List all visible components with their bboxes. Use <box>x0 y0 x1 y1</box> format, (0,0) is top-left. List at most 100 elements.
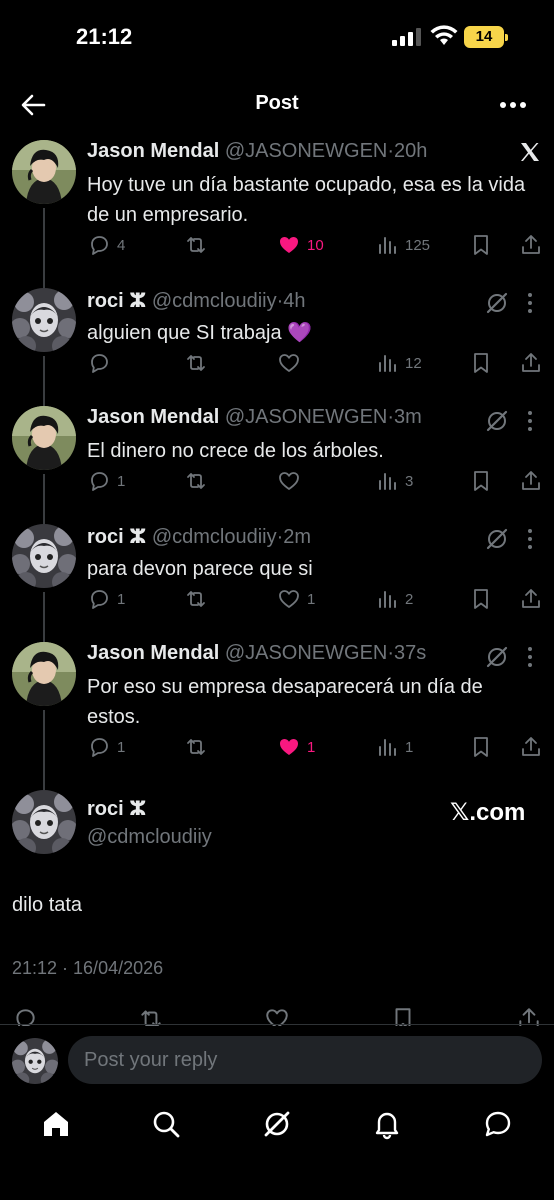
repost-button[interactable] <box>184 232 208 258</box>
reply-button[interactable]: 1 <box>87 468 125 494</box>
repost-button[interactable] <box>184 734 208 760</box>
post-header-line: Jason Mendal @JASONEWGEN·37s <box>87 642 427 664</box>
focused-post-timestamp: 21:12 · 16/04/2026 <box>12 958 164 978</box>
share-button[interactable] <box>519 232 543 258</box>
author-handle[interactable]: @JASONEWGEN <box>225 140 388 162</box>
post-age: 37s <box>394 642 427 664</box>
views-icon <box>375 351 399 375</box>
reply-icon <box>87 587 111 611</box>
like-button[interactable] <box>277 468 301 494</box>
more-icon[interactable] <box>522 644 538 670</box>
views-button[interactable]: 125 <box>375 232 430 258</box>
retweet-icon <box>184 351 208 375</box>
author-name[interactable]: Jason Mendal <box>87 140 219 162</box>
bookmark-icon <box>469 735 493 759</box>
reply-icon[interactable] <box>12 1006 38 1026</box>
more-icon[interactable] <box>522 408 538 434</box>
share-button[interactable] <box>519 586 543 612</box>
home-icon[interactable] <box>40 1108 72 1140</box>
like-button[interactable]: 1 <box>277 734 315 760</box>
avatar[interactable] <box>12 288 76 352</box>
share-button[interactable] <box>519 734 543 760</box>
grok-icon[interactable] <box>484 290 510 316</box>
bottom-nav <box>0 1096 554 1156</box>
grok-nav-icon[interactable] <box>261 1108 293 1140</box>
post-text: Por eso su empresa desaparecerá un día d… <box>87 676 483 728</box>
views-button[interactable]: 12 <box>375 350 422 376</box>
share-icon[interactable] <box>516 1006 542 1026</box>
bookmark-button[interactable] <box>469 734 493 760</box>
like-button[interactable]: 1 <box>277 586 315 612</box>
avatar[interactable] <box>12 790 76 854</box>
reply-input[interactable] <box>68 1036 542 1084</box>
reply-icon <box>87 469 111 493</box>
post-age: 3m <box>394 406 422 428</box>
post-text: alguien que SI trabaja 💜 <box>87 322 313 344</box>
views-button[interactable]: 2 <box>375 586 413 612</box>
bookmark-icon[interactable] <box>390 1006 416 1026</box>
author-name[interactable]: roci ⵣ <box>87 526 146 548</box>
author-handle[interactable]: @cdmcloudiiy <box>152 290 277 312</box>
post-header-line: Jason Mendal @JASONEWGEN·3m <box>87 406 422 428</box>
avatar[interactable] <box>12 524 76 588</box>
author-handle[interactable]: @JASONEWGEN <box>225 642 388 664</box>
view-count: 3 <box>405 472 414 490</box>
battery-indicator: 14 <box>464 26 508 48</box>
avatar[interactable] <box>12 140 76 204</box>
reply-button[interactable]: 1 <box>87 734 125 760</box>
author-handle[interactable]: @cdmcloudiiy <box>152 526 277 548</box>
share-icon <box>519 469 543 493</box>
avatar[interactable] <box>12 642 76 706</box>
author-name[interactable]: Jason Mendal <box>87 406 219 428</box>
grok-icon[interactable] <box>484 408 510 434</box>
bell-icon[interactable] <box>371 1108 403 1140</box>
more-icon[interactable] <box>498 90 528 120</box>
like-button[interactable]: 10 <box>277 232 324 258</box>
reply-icon <box>87 351 111 375</box>
like-button[interactable] <box>277 350 301 376</box>
share-button[interactable] <box>519 468 543 494</box>
avatar <box>12 1038 58 1084</box>
author-name[interactable]: roci ⵣ <box>87 290 146 312</box>
repost-button[interactable] <box>184 350 208 376</box>
search-icon[interactable] <box>150 1108 182 1140</box>
view-count: 12 <box>405 354 422 372</box>
thread-connector <box>43 592 45 642</box>
author-name[interactable]: Jason Mendal <box>87 642 219 664</box>
reply-button[interactable]: 4 <box>87 232 125 258</box>
bookmark-button[interactable] <box>469 468 493 494</box>
reply-count: 1 <box>117 472 126 490</box>
post-age: 2m <box>283 526 312 548</box>
view-count: 2 <box>405 590 414 608</box>
views-icon <box>375 735 399 759</box>
repost-button[interactable] <box>184 468 208 494</box>
reply-count: 1 <box>117 590 126 608</box>
share-button[interactable] <box>519 350 543 376</box>
grok-icon[interactable] <box>484 526 510 552</box>
author-handle[interactable]: @cdmcloudiiy <box>87 826 212 849</box>
post-age: 4h <box>283 290 306 312</box>
reply-button[interactable] <box>87 350 111 376</box>
reply-button[interactable]: 1 <box>87 586 125 612</box>
bookmark-button[interactable] <box>469 350 493 376</box>
messages-icon[interactable] <box>482 1108 514 1140</box>
bookmark-button[interactable] <box>469 232 493 258</box>
more-icon[interactable] <box>522 526 538 552</box>
author-name[interactable]: roci ⵣ <box>87 796 146 821</box>
views-button[interactable]: 1 <box>375 734 413 760</box>
reply-icon <box>87 233 111 257</box>
bookmark-button[interactable] <box>469 586 493 612</box>
avatar[interactable] <box>12 406 76 470</box>
repost-button[interactable] <box>184 586 208 612</box>
grok-icon[interactable] <box>484 644 510 670</box>
retweet-icon[interactable] <box>138 1006 164 1026</box>
more-icon[interactable] <box>522 290 538 316</box>
heart-icon <box>277 351 301 375</box>
like-count: 1 <box>307 590 316 608</box>
heart-icon[interactable] <box>264 1006 290 1026</box>
author-handle[interactable]: @JASONEWGEN <box>225 406 388 428</box>
views-button[interactable]: 3 <box>375 468 413 494</box>
reply-icon <box>87 735 111 759</box>
view-count: 125 <box>405 236 431 254</box>
post-actions: 1 3 <box>87 468 547 494</box>
